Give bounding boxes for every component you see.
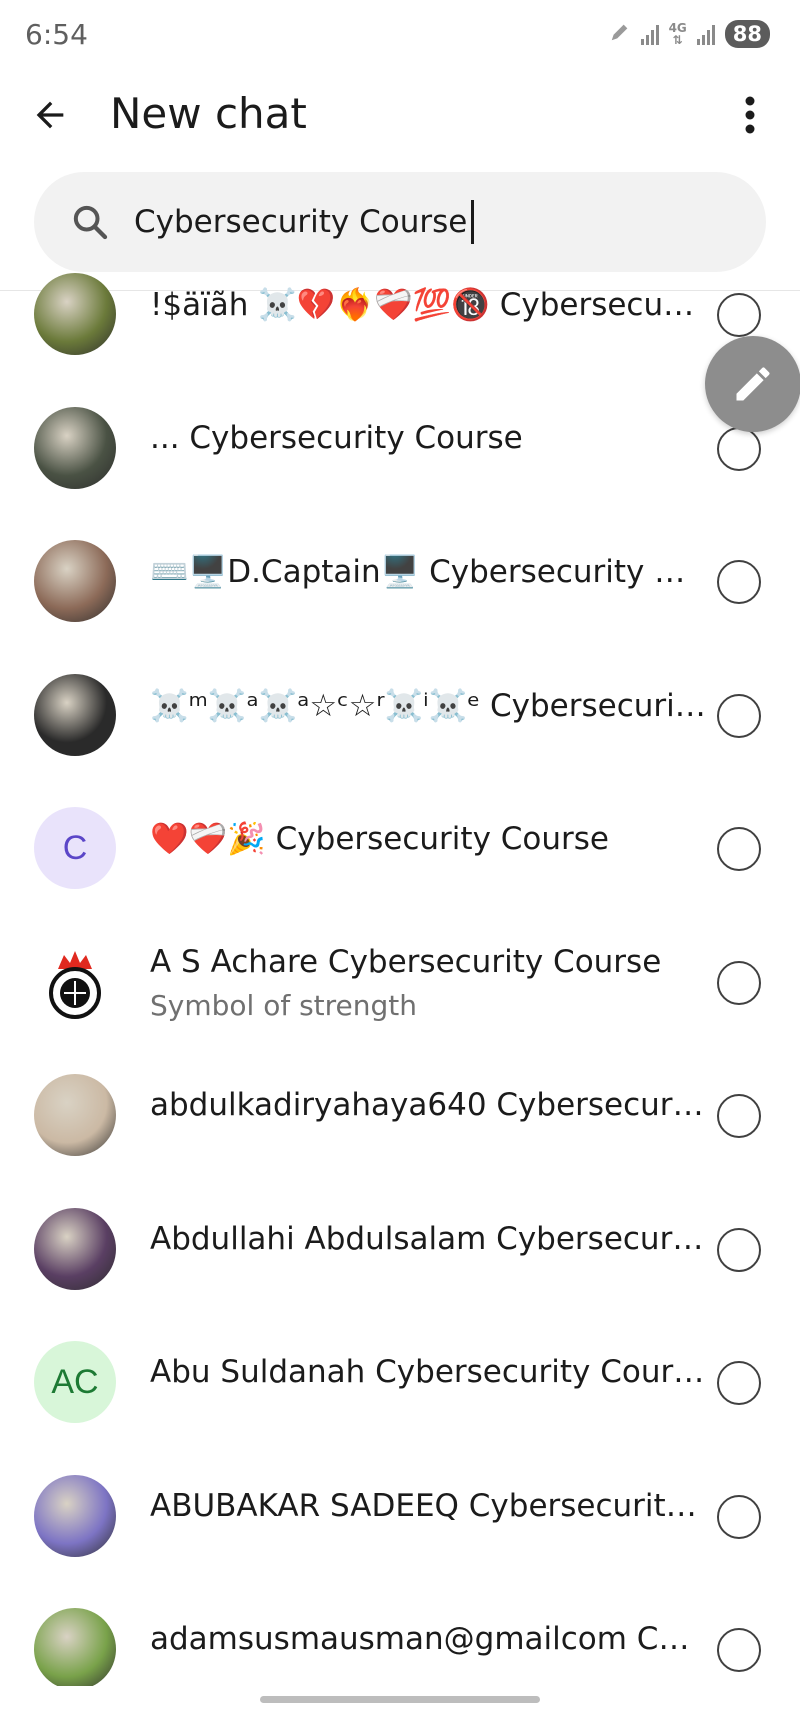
contact-row[interactable]: ABUBAKAR SADEEQ Cybersecurity Course xyxy=(0,1450,800,1583)
status-time: 6:54 xyxy=(25,18,88,51)
status-bar: 6:54 4G ⇅ 88 xyxy=(0,0,800,72)
network-type: 4G ⇅ xyxy=(668,21,687,47)
more-options-button[interactable] xyxy=(730,87,770,143)
contact-name: ⌨️🖥️D.Captain🖥️ Cybersecurity Course xyxy=(150,554,706,590)
avatar xyxy=(34,1608,116,1686)
page-title: New chat xyxy=(110,89,307,138)
avatar-logo xyxy=(34,940,116,1023)
select-radio[interactable] xyxy=(717,960,761,1005)
contact-row[interactable]: ☠️ᵐ☠️ᵃ☠️ᵃ☆ᶜ☆ʳ☠️ⁱ☠️ᵉ Cybersecurity Course xyxy=(0,649,800,782)
contact-name: !$äïãh ☠️💔❤️‍🔥❤️‍🩹💯🔞 Cybersecurity Cours… xyxy=(150,287,706,323)
avatar-initials: AC xyxy=(34,1341,116,1423)
contact-name: ... Cybersecurity Course xyxy=(150,419,523,456)
contact-row[interactable]: ... Cybersecurity Course xyxy=(0,382,800,515)
avatar-initials-text: AC xyxy=(51,1362,99,1401)
contact-name: A S Achare Cybersecurity Course xyxy=(150,943,662,980)
search-icon xyxy=(73,205,108,240)
contact-name: abdulkadiryahaya640 Cybersecurity Course xyxy=(150,1087,706,1123)
select-radio[interactable] xyxy=(717,693,761,738)
avatar xyxy=(34,540,116,622)
pencil-icon xyxy=(736,367,770,401)
contact-list[interactable]: !$äïãh ☠️💔❤️‍🔥❤️‍🩹💯🔞 Cybersecurity Cours… xyxy=(0,258,800,1686)
contact-name: ❤️❤️‍🩹🎉 Cybersecurity Course xyxy=(150,821,609,857)
signal-icon-2 xyxy=(696,23,715,45)
status-icons: 4G ⇅ 88 xyxy=(609,20,770,48)
select-radio[interactable] xyxy=(717,1494,761,1539)
avatar xyxy=(34,406,116,489)
contact-row[interactable]: A S Achare Cybersecurity Course Symbol of… xyxy=(0,916,800,1049)
contact-row[interactable]: abdulkadiryahaya640 Cybersecurity Course xyxy=(0,1049,800,1182)
select-radio[interactable] xyxy=(717,1628,761,1672)
more-vertical-icon xyxy=(745,96,755,134)
back-button[interactable] xyxy=(22,87,78,143)
contact-row[interactable]: !$äïãh ☠️💔❤️‍🔥❤️‍🩹💯🔞 Cybersecurity Cours… xyxy=(0,258,800,381)
avatar xyxy=(34,1207,116,1290)
pencil-status-icon xyxy=(609,21,631,47)
contact-row[interactable]: adamsusmausman@gmailcom Cybersecurity Co… xyxy=(0,1583,800,1686)
select-radio[interactable] xyxy=(717,1094,761,1138)
select-radio[interactable] xyxy=(717,1227,761,1272)
contact-name: Abu Suldanah Cybersecurity Course xyxy=(150,1354,706,1390)
avatar xyxy=(34,273,116,355)
text-cursor xyxy=(471,200,475,244)
select-radio[interactable] xyxy=(717,426,761,471)
compose-button[interactable] xyxy=(705,336,800,432)
search-bar[interactable] xyxy=(34,172,766,272)
avatar-initials: C xyxy=(34,807,116,889)
contact-name: ABUBAKAR SADEEQ Cybersecurity Course xyxy=(150,1487,706,1524)
arrow-left-icon xyxy=(36,101,64,129)
contact-name: ☠️ᵐ☠️ᵃ☠️ᵃ☆ᶜ☆ʳ☠️ⁱ☠️ᵉ Cybersecurity Course xyxy=(150,687,706,724)
home-indicator[interactable] xyxy=(260,1696,540,1703)
select-radio[interactable] xyxy=(717,827,761,871)
contact-name: adamsusmausman@gmailcom Cybersecurity Co… xyxy=(150,1621,706,1657)
contact-row[interactable]: ⌨️🖥️D.Captain🖥️ Cybersecurity Course xyxy=(0,515,800,648)
avatar xyxy=(34,1474,116,1557)
contact-row[interactable]: Abdullahi Abdulsalam Cybersecurity Cours… xyxy=(0,1183,800,1316)
contact-row[interactable]: C ❤️❤️‍🩹🎉 Cybersecurity Course xyxy=(0,782,800,915)
select-radio[interactable] xyxy=(717,560,761,604)
battery-indicator: 88 xyxy=(724,20,770,48)
avatar-initials-text: C xyxy=(62,828,88,867)
contact-name: Abdullahi Abdulsalam Cybersecurity Cours… xyxy=(150,1220,706,1257)
avatar xyxy=(34,673,116,756)
select-radio[interactable] xyxy=(717,1361,761,1405)
signal-icon xyxy=(640,23,659,45)
search-input[interactable] xyxy=(134,197,734,247)
avatar xyxy=(34,1074,116,1156)
select-radio[interactable] xyxy=(717,293,761,337)
contact-row[interactable]: AC Abu Suldanah Cybersecurity Course xyxy=(0,1316,800,1449)
contact-status: Symbol of strength xyxy=(150,988,418,1022)
app-bar: New chat xyxy=(0,75,800,155)
